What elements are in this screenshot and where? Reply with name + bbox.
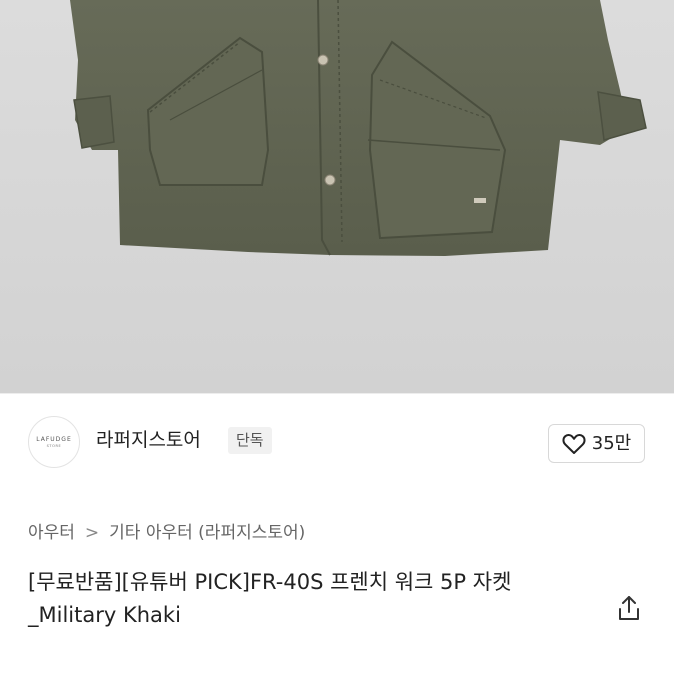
heart-outline-icon (562, 433, 586, 454)
store-logo[interactable]: LAFUDGE STORE (28, 416, 80, 468)
share-icon (619, 596, 639, 620)
like-count: 35만 (591, 432, 632, 454)
exclusive-badge: 단독 (228, 427, 272, 454)
share-button[interactable] (616, 594, 642, 622)
product-image[interactable] (0, 0, 674, 393)
store-row: LAFUDGE STORE 라퍼지스토어 단독 35만 (0, 394, 674, 490)
product-title: [무료반품][유튜버 PICK]FR-40S 프렌치 워크 5P 자켓_Mili… (28, 570, 512, 627)
breadcrumb-category[interactable]: 아우터 (28, 522, 75, 544)
logo-text: LAFUDGE (36, 435, 72, 443)
logo-subtext: STORE (46, 443, 62, 448)
store-name[interactable]: 라퍼지스토어 (96, 428, 201, 452)
jacket-illustration (70, 0, 647, 256)
like-button[interactable]: 35만 (548, 424, 645, 463)
breadcrumb-subcategory[interactable]: 기타 아우터 (라퍼지스토어) (109, 522, 305, 544)
chevron-right-icon: > (84, 523, 100, 543)
breadcrumb: 아우터 > 기타 아우터 (라퍼지스토어) (28, 522, 305, 544)
